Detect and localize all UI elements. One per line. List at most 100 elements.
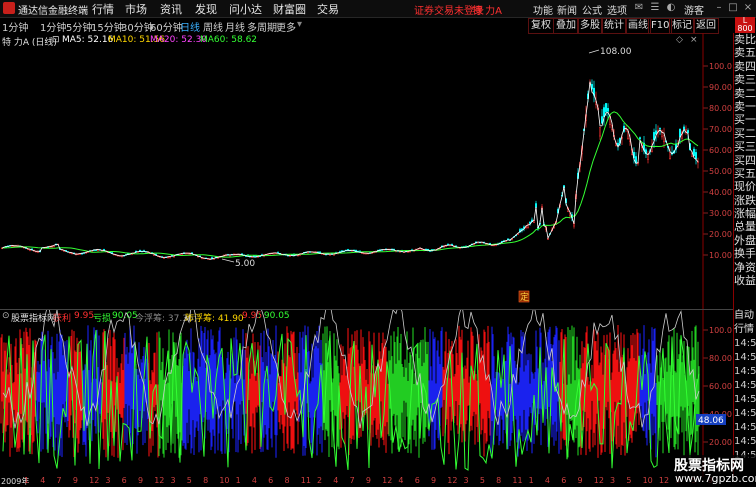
menu-item-shichang[interactable]: 市场 <box>125 1 147 17</box>
date-tick-label: 5 <box>626 476 632 485</box>
menu-item-gongshi[interactable]: 公式 <box>582 2 602 17</box>
menu-item-xuanxiang[interactable]: 选项 <box>607 2 627 17</box>
period-weekly[interactable]: 周线 <box>203 19 223 34</box>
order-book-tab[interactable]: L 800 <box>735 17 755 33</box>
period-1min-b[interactable]: 1分钟 <box>40 19 66 34</box>
tool-fuquan[interactable]: 复权 <box>528 18 554 34</box>
panel-mode-item[interactable]: 行情 <box>734 323 756 337</box>
date-tick-label: 3 <box>170 476 176 485</box>
side-item[interactable]: 买二 <box>734 127 756 140</box>
y-tick-label: 10.00 <box>709 251 732 260</box>
menu-item-hangqing[interactable]: 行情 <box>92 1 114 17</box>
date-tick-label: 9 <box>137 476 144 485</box>
date-tick-label: 4 <box>398 476 404 485</box>
period-daily[interactable]: 日线 <box>180 19 200 34</box>
period-toolbar: 1分钟 1分钟 5分钟 15分钟 30分钟 60分钟 日线 周线 月线 多周期 … <box>0 18 756 34</box>
period-1min[interactable]: 1分钟 <box>2 19 28 34</box>
period-multi[interactable]: 多周期 <box>247 19 277 34</box>
date-tick-label: 12 <box>447 476 458 485</box>
side-item[interactable]: 总量 <box>734 220 756 233</box>
period-60min[interactable]: 60分钟 <box>150 19 183 34</box>
side-item[interactable]: 卖五 <box>734 46 756 59</box>
tick-time-item: 14:50 <box>734 352 756 363</box>
side-item[interactable]: 买三 <box>734 140 756 153</box>
date-tick-label: 2 <box>317 476 323 485</box>
y-tick-label: 60.00 <box>709 146 732 155</box>
date-tick-label: 4 <box>40 476 46 485</box>
tick-time-item: 14:50 <box>734 422 756 433</box>
message-icon[interactable]: ☰ <box>648 1 662 15</box>
tool-fanhui[interactable]: 返回 <box>693 18 719 34</box>
date-tick-label: 12 <box>154 476 165 485</box>
date-tick-label: 9 <box>72 476 78 485</box>
indicator-y-tick-label: 80.00 <box>709 354 732 363</box>
side-item[interactable]: 卖四 <box>734 60 756 73</box>
date-tick-label: 4 <box>251 476 257 485</box>
mail-icon[interactable]: ✉ <box>632 1 646 15</box>
period-more[interactable]: 更多 <box>276 19 296 34</box>
y-tick-label: 20.00 <box>709 230 732 239</box>
date-tick-label: 4 <box>333 476 339 485</box>
maximize-icon[interactable]: □ <box>726 1 740 15</box>
period-monthly[interactable]: 月线 <box>225 19 245 34</box>
date-tick-label: 6 <box>268 476 274 485</box>
watermark-line2: www.7gpzb.com <box>675 472 756 485</box>
indicator-canvas: 100.080.0060.0040.0020.00 48.06 <box>0 310 732 478</box>
side-item[interactable]: 涨幅 <box>734 207 756 220</box>
user-label[interactable]: 游客 <box>684 2 704 17</box>
side-item[interactable]: 换手 <box>734 247 756 260</box>
side-item[interactable]: 卖一 <box>734 100 756 113</box>
side-item[interactable]: 卖三 <box>734 73 756 86</box>
period-15min[interactable]: 15分钟 <box>91 19 124 34</box>
candle-body <box>655 130 657 135</box>
y-tick-label: 100.0 <box>709 62 732 71</box>
minimize-icon[interactable]: – <box>712 1 726 15</box>
menu-item-wenxiaoda[interactable]: 问小达 <box>229 1 262 17</box>
menu-item-caifuquan[interactable]: 财富圈 <box>273 1 306 17</box>
side-item[interactable]: 涨跌 <box>734 194 756 207</box>
menu-item-jiaoyi[interactable]: 交易 <box>317 1 339 17</box>
side-item[interactable]: 现价 <box>734 180 756 193</box>
date-tick-label: 3 <box>463 476 469 485</box>
side-item[interactable]: 收益 <box>734 274 756 287</box>
side-item[interactable]: 卖二 <box>734 87 756 100</box>
indicator-y-tick-label: 60.00 <box>709 382 732 391</box>
skin-icon[interactable]: ◐ <box>664 1 678 15</box>
panel-mode-item[interactable]: 自动 <box>734 309 756 323</box>
menu-item-zixun[interactable]: 资讯 <box>160 1 182 17</box>
date-tick-label: 7 <box>56 476 62 485</box>
close-icon[interactable]: × <box>741 1 755 15</box>
high-marker-pointer <box>588 49 600 54</box>
candle-body <box>659 127 661 130</box>
menu-item-faxian[interactable]: 发现 <box>195 1 217 17</box>
period-30min[interactable]: 30分钟 <box>121 19 154 34</box>
tool-duogu[interactable]: 多股 <box>577 18 603 34</box>
tool-biaoji[interactable]: 标记 <box>669 18 695 34</box>
tool-tongji[interactable]: 统计 <box>601 18 627 34</box>
indicator-panel[interactable]: ⊙ 股票指标网 获利 9.95 亏损 90.05 今浮筹: 37.36 昨浮筹:… <box>0 309 733 478</box>
menu-item-xinwen[interactable]: 新闻 <box>557 2 577 17</box>
ma60-line <box>1 111 699 258</box>
kline-canvas: 108.00 5.00 定 100.0 90.00 80.00 70.00 60.00 5… <box>1 33 732 309</box>
side-item[interactable]: 买五 <box>734 167 756 180</box>
period-5min[interactable]: 5分钟 <box>66 19 92 34</box>
tick-time-panel: 自动行情14:5014:5014:5014:5014:5014:5014:501… <box>733 309 756 477</box>
candle-body <box>687 130 689 133</box>
side-item[interactable]: 卖比 <box>734 33 756 46</box>
date-tick-label: 7 <box>349 476 355 485</box>
candle-body <box>605 103 607 113</box>
tool-diejia[interactable]: 叠加 <box>553 18 579 34</box>
side-item[interactable]: 外盘 <box>734 234 756 247</box>
side-item[interactable]: 买一 <box>734 113 756 126</box>
candle-body <box>695 152 697 160</box>
side-item[interactable]: 买四 <box>734 154 756 167</box>
menu-item-gongneng[interactable]: 功能 <box>533 2 553 17</box>
date-tick-label: 9 <box>365 476 371 485</box>
y-tick-label: 80.00 <box>709 104 732 113</box>
side-item[interactable]: 净资 <box>734 261 756 274</box>
menu-bar: 通达信金融终端 行情 市场 资讯 发现 问小达 财富圈 交易 证券交易未登录 特… <box>0 0 756 18</box>
more-dropdown-icon[interactable]: ▾ <box>297 19 302 30</box>
date-tick-label: 8 <box>284 476 290 485</box>
main-kline-chart[interactable]: 特 力A (日线) ⊡ MA5: 52.16 MA10: 51.56 MA20:… <box>0 33 733 309</box>
high-marker-label: 108.00 <box>600 47 632 57</box>
